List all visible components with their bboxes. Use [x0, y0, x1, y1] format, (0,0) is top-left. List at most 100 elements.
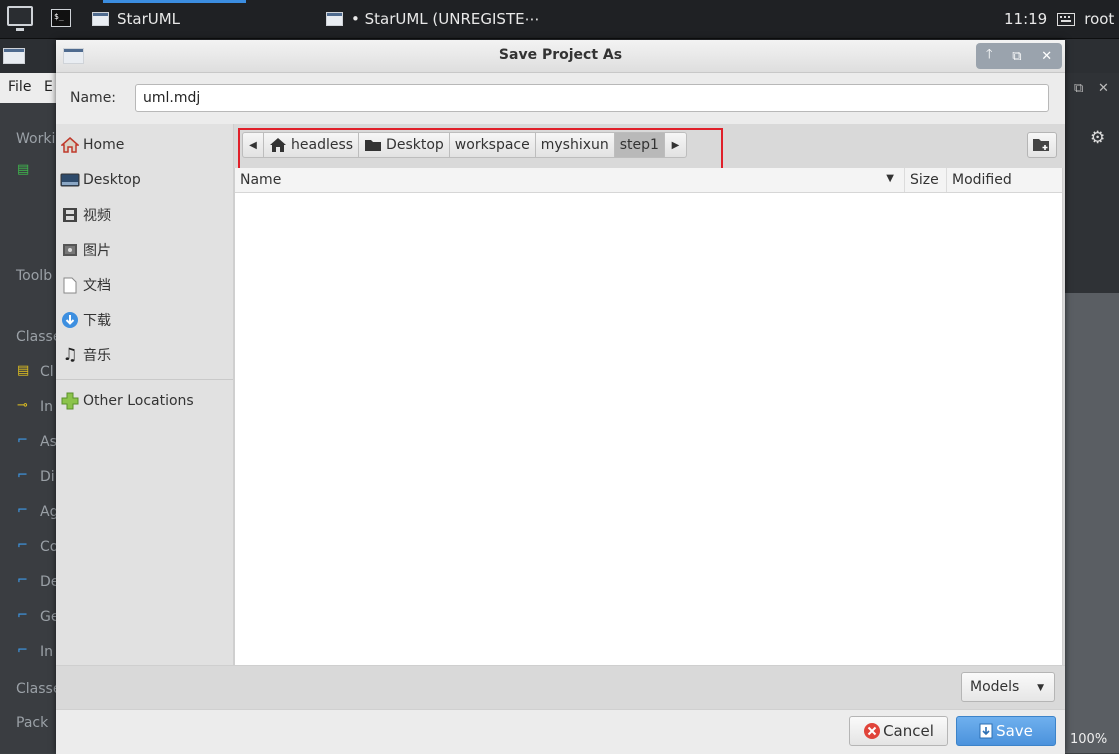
place-music[interactable]: ♫ 音乐	[60, 342, 230, 368]
place-downloads[interactable]: 下载	[60, 307, 230, 333]
keep-above-icon[interactable]: 🡑	[986, 45, 993, 67]
background-right-panel: ⧉ ✕ ⚙ 100%	[1064, 73, 1119, 753]
directed-association-icon[interactable]: ⌐	[17, 469, 31, 483]
path-scroll-left-button[interactable]: ◀	[242, 132, 264, 158]
taskbar-app-label: • StarUML (UNREGISTE⋯	[351, 10, 540, 28]
path-segment-label: headless	[291, 137, 354, 153]
terminal-icon[interactable]: $_	[51, 9, 71, 27]
place-label: 文档	[83, 278, 111, 294]
column-modified-label: Modified	[952, 172, 1012, 188]
classes-header: Classe	[16, 329, 62, 345]
interface-realization-icon[interactable]: ⌐	[17, 644, 31, 658]
applications-menu-icon[interactable]	[7, 6, 33, 31]
column-size-label: Size	[910, 172, 939, 188]
interface-icon[interactable]: ⊸	[17, 399, 31, 413]
button-row: Cancel Save	[56, 709, 1065, 754]
gear-icon[interactable]: ⚙	[1090, 128, 1105, 148]
file-type-filter-value: Models	[970, 679, 1020, 695]
keyboard-icon[interactable]	[1057, 12, 1076, 26]
zoom-level: 100%	[1070, 732, 1108, 747]
column-size[interactable]: Size	[905, 168, 947, 192]
place-label: 下载	[83, 313, 111, 329]
place-label: 视频	[83, 208, 111, 224]
association-icon[interactable]: ⌐	[17, 434, 31, 448]
clock[interactable]: 11:19	[1004, 10, 1047, 28]
packages-label: Pack	[16, 715, 49, 731]
column-name[interactable]: Name ▼	[235, 168, 905, 192]
composition-icon[interactable]: ⌐	[17, 539, 31, 553]
generalization-icon[interactable]: ⌐	[17, 609, 31, 623]
taskbar: $_ StarUML • StarUML (UNREGISTE⋯ 11:19 r…	[0, 0, 1119, 39]
taskbar-app-staruml[interactable]: StarUML	[92, 0, 180, 38]
places-sidebar: Home Desktop 视频 图片 文档 下载 ♫ 音乐 Other Loca…	[56, 124, 234, 665]
close-icon[interactable]: ✕	[1098, 81, 1109, 96]
folder-icon	[365, 140, 382, 151]
dialog-title: Save Project As	[498, 47, 623, 63]
desktop-icon	[60, 171, 80, 189]
download-icon	[60, 311, 80, 329]
aggregation-icon[interactable]: ⌐	[17, 504, 31, 518]
place-label: Other Locations	[83, 393, 194, 409]
chevron-down-icon: ▼	[1037, 683, 1044, 693]
path-segment-headless[interactable]: headless	[264, 132, 360, 158]
home-icon	[60, 136, 80, 154]
path-segment-label: step1	[619, 137, 659, 153]
place-pictures[interactable]: 图片	[60, 237, 230, 263]
restore-icon[interactable]: ⧉	[1074, 81, 1083, 96]
background-left-panel: Worki ▤ Toolb Classe ▤ Cl ⊸ In ⌐ As ⌐ Di…	[0, 103, 62, 753]
sort-down-icon: ▼	[886, 173, 894, 184]
path-segment-label: workspace	[454, 137, 530, 153]
place-home[interactable]: Home	[60, 132, 230, 158]
window-icon	[3, 48, 25, 64]
path-scroll-right-button[interactable]: ▶	[664, 132, 687, 158]
menu-edit[interactable]: E	[44, 79, 53, 95]
window-icon	[92, 12, 109, 26]
menu-file[interactable]: File	[8, 79, 31, 95]
user-name[interactable]: root	[1084, 10, 1114, 28]
path-segment-desktop[interactable]: Desktop	[359, 132, 450, 158]
working-label: Worki	[16, 131, 56, 147]
name-row: Name:	[56, 73, 1065, 123]
restore-icon[interactable]: ⧉	[1012, 49, 1021, 64]
file-type-filter[interactable]: Models ▼	[961, 672, 1055, 702]
toolbox-item[interactable]: Di	[40, 469, 55, 485]
close-icon[interactable]: ✕	[1041, 49, 1052, 64]
save-button[interactable]: Save	[956, 716, 1056, 746]
create-folder-button[interactable]	[1027, 132, 1057, 158]
taskbar-app-staruml-unregistered[interactable]: • StarUML (UNREGISTE⋯	[326, 0, 540, 38]
place-videos[interactable]: 视频	[60, 202, 230, 228]
background-diagram-area	[1064, 293, 1119, 753]
place-desktop[interactable]: Desktop	[60, 167, 230, 193]
path-bar: ◀ headless Desktop workspace myshixun st…	[238, 128, 723, 172]
path-segment-workspace[interactable]: workspace	[449, 132, 536, 158]
toolbox-item[interactable]: Cl	[40, 364, 54, 380]
dependency-icon[interactable]: ⌐	[17, 574, 31, 588]
toolbox-item[interactable]: In	[40, 644, 53, 660]
path-segment-label: myshixun	[540, 137, 609, 153]
class-icon[interactable]: ▤	[17, 364, 31, 378]
place-label: 音乐	[83, 348, 111, 364]
path-segment-step1[interactable]: step1	[614, 132, 665, 158]
toolbox-item[interactable]: In	[40, 399, 53, 415]
dialog-titlebar[interactable]: Save Project As 🡑 ⧉ ✕	[56, 40, 1065, 73]
file-list[interactable]: Name ▼ Size Modified	[234, 168, 1063, 666]
toolbox-item[interactable]: As	[40, 434, 57, 450]
dialog-window-controls: 🡑 ⧉ ✕	[976, 43, 1062, 69]
home-icon	[270, 138, 286, 152]
column-name-label: Name	[240, 172, 282, 188]
file-name-input[interactable]	[135, 84, 1049, 112]
column-modified[interactable]: Modified	[947, 168, 1062, 192]
place-other-locations[interactable]: Other Locations	[60, 388, 230, 414]
new-folder-icon	[1033, 139, 1049, 151]
film-icon	[60, 206, 80, 224]
taskbar-app-label: StarUML	[117, 10, 181, 28]
background-menubar: File E	[0, 73, 60, 103]
diagram-icon[interactable]: ▤	[17, 163, 31, 177]
place-label: Desktop	[83, 172, 141, 188]
path-segment-myshixun[interactable]: myshixun	[535, 132, 615, 158]
classes-footer: Classe	[16, 681, 62, 697]
cancel-button[interactable]: Cancel	[849, 716, 948, 746]
place-documents[interactable]: 文档	[60, 272, 230, 298]
save-button-label: Save	[996, 722, 1033, 740]
name-label: Name:	[70, 90, 117, 106]
